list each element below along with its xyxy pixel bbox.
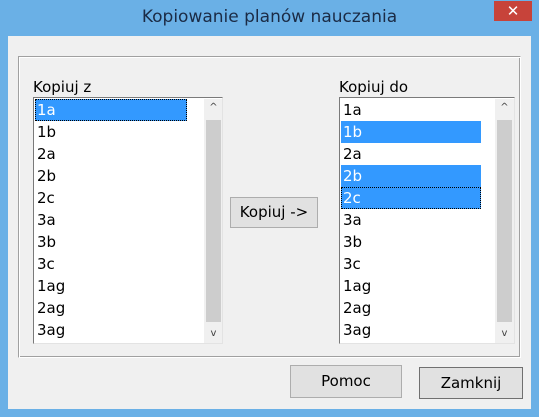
target-scrollbar[interactable]: ^ v (495, 99, 514, 343)
help-button[interactable]: Pomoc (290, 365, 402, 398)
source-list-item[interactable]: 3a (35, 209, 187, 231)
target-list-item[interactable]: 3a (341, 209, 481, 231)
window-title: Kopiowanie planów nauczania (141, 7, 398, 27)
target-list-item[interactable]: 2c (341, 187, 481, 209)
source-list-item[interactable]: 1a (35, 99, 187, 121)
source-list-item[interactable]: 2ag (35, 297, 187, 319)
target-list-item[interactable]: 2a (341, 143, 481, 165)
target-list-item[interactable]: 1ag (341, 275, 481, 297)
source-scrollbar[interactable]: ^ v (204, 99, 222, 343)
source-list-label: Kopiuj z (33, 78, 92, 96)
close-window-button[interactable]: ✕ (494, 1, 532, 21)
target-list-item[interactable]: 1a (341, 99, 481, 121)
source-list-item[interactable]: 1ag (35, 275, 187, 297)
source-list-item[interactable]: 1b (35, 121, 187, 143)
source-scroll-thumb[interactable] (206, 120, 221, 322)
source-list-items: 1a 1b 2a 2b 2c 3a 3b 3c 1ag 2ag 3ag (35, 99, 187, 341)
close-icon: ✕ (506, 2, 520, 20)
dialog-client-area: Kopiuj z 1a 1b 2a 2b 2c 3a 3b 3c 1ag 2ag 3ag ^ v K… (8, 36, 531, 409)
target-scroll-down-icon[interactable]: v (495, 325, 514, 343)
source-list-item[interactable]: 3b (35, 231, 187, 253)
target-list-item[interactable]: 3b (341, 231, 481, 253)
target-scroll-thumb[interactable] (497, 120, 512, 322)
target-list-item[interactable]: 3ag (341, 319, 481, 341)
source-listbox[interactable]: 1a 1b 2a 2b 2c 3a 3b 3c 1ag 2ag 3ag ^ v (33, 97, 223, 344)
source-list-item[interactable]: 2c (35, 187, 187, 209)
source-scroll-up-icon[interactable]: ^ (204, 99, 222, 117)
copy-button[interactable]: Kopiuj -> (230, 197, 318, 228)
target-listbox[interactable]: 1a 1b 2a 2b 2c 3a 3b 3c 1ag 2ag 3ag ^ v (339, 97, 515, 344)
title-bar[interactable]: Kopiowanie planów nauczania ✕ (0, 0, 539, 36)
target-scroll-up-icon[interactable]: ^ (495, 99, 514, 117)
target-list-label: Kopiuj do (339, 78, 409, 96)
source-list-item[interactable]: 3c (35, 253, 187, 275)
source-list-item[interactable]: 2a (35, 143, 187, 165)
source-list-item[interactable]: 3ag (35, 319, 187, 341)
close-button[interactable]: Zamknij (419, 367, 523, 399)
target-list-item[interactable]: 1b (341, 121, 481, 143)
target-list-item[interactable]: 2ag (341, 297, 481, 319)
source-list-item[interactable]: 2b (35, 165, 187, 187)
target-list-items: 1a 1b 2a 2b 2c 3a 3b 3c 1ag 2ag 3ag (341, 99, 481, 341)
target-list-item[interactable]: 2b (341, 165, 481, 187)
target-list-item[interactable]: 3c (341, 253, 481, 275)
dialog-window: Kopiowanie planów nauczania ✕ Kopiuj z 1… (0, 0, 539, 417)
source-scroll-down-icon[interactable]: v (204, 325, 222, 343)
